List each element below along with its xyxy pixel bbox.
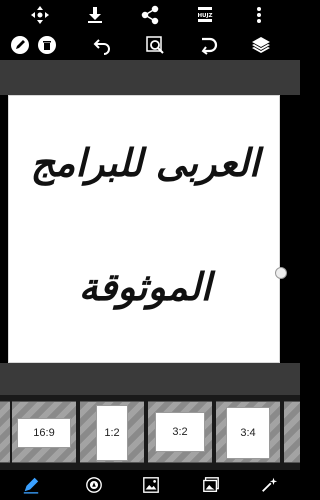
ratio-item-1-2[interactable]: 1:2 (80, 401, 144, 463)
canvas-text-line-2[interactable]: الموثوقة (9, 264, 279, 309)
share-icon[interactable] (138, 3, 162, 27)
top-toolbar: HUJZ (0, 0, 300, 30)
canvas-text-line-1[interactable]: العربى للبرامج (9, 140, 279, 185)
undo-icon[interactable] (90, 33, 114, 57)
more-vertical-icon[interactable] (247, 3, 271, 27)
badge-icon[interactable] (83, 474, 105, 496)
ratio-item-partial[interactable] (284, 401, 300, 463)
image-edit-icon[interactable] (140, 474, 162, 496)
move-icon[interactable] (28, 3, 52, 27)
svg-text:HUJZ: HUJZ (197, 13, 212, 19)
ratio-item-3-2[interactable]: 3:2 (148, 401, 212, 463)
hujz-logo-icon[interactable]: HUJZ (193, 3, 217, 27)
ratio-label: 16:9 (17, 418, 71, 448)
edit-toolbar (0, 30, 300, 60)
ratio-item-16-9[interactable]: 16:9 (12, 401, 76, 463)
ratio-label: 3:4 (226, 407, 270, 459)
workspace: العربى للبرامج الموثوقة (0, 60, 300, 395)
canvas-stage: العربى للبرامج الموثوقة (0, 95, 300, 363)
ratio-label: 1:2 (96, 405, 128, 461)
ratio-item-3-4[interactable]: 3:4 (216, 401, 280, 463)
delete-icon[interactable] (35, 33, 59, 57)
gallery-icon[interactable] (200, 474, 222, 496)
redo-icon[interactable] (196, 33, 220, 57)
magic-wand-icon[interactable] (258, 474, 280, 496)
ratio-item-partial[interactable] (0, 401, 10, 463)
brush-icon[interactable] (20, 474, 42, 496)
download-icon[interactable] (83, 3, 107, 27)
aspect-ratio-strip: 16:9 1:2 3:2 3:4 (0, 395, 300, 470)
ratio-label: 3:2 (155, 412, 205, 452)
bottom-nav (0, 470, 300, 500)
resize-handle[interactable] (275, 267, 287, 279)
layers-icon[interactable] (249, 33, 273, 57)
edit-pencil-icon[interactable] (8, 33, 32, 57)
zoom-search-icon[interactable] (143, 33, 167, 57)
design-canvas[interactable]: العربى للبرامج الموثوقة (8, 95, 280, 363)
